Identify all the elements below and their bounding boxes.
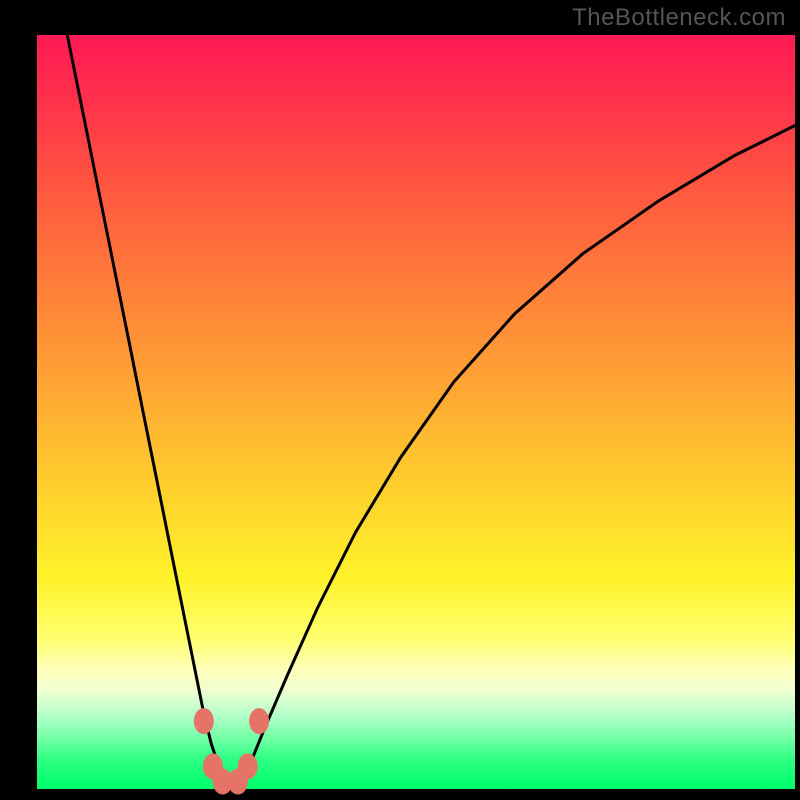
chart-frame: TheBottleneck.com bbox=[0, 0, 800, 800]
watermark-text: TheBottleneck.com bbox=[572, 4, 786, 32]
plot-area bbox=[37, 35, 795, 789]
bottleneck-curve bbox=[67, 35, 795, 785]
curve-marker bbox=[194, 708, 214, 734]
marker-group bbox=[194, 708, 269, 794]
chart-svg bbox=[37, 35, 795, 789]
curve-marker bbox=[249, 708, 269, 734]
curve-marker bbox=[238, 753, 258, 779]
